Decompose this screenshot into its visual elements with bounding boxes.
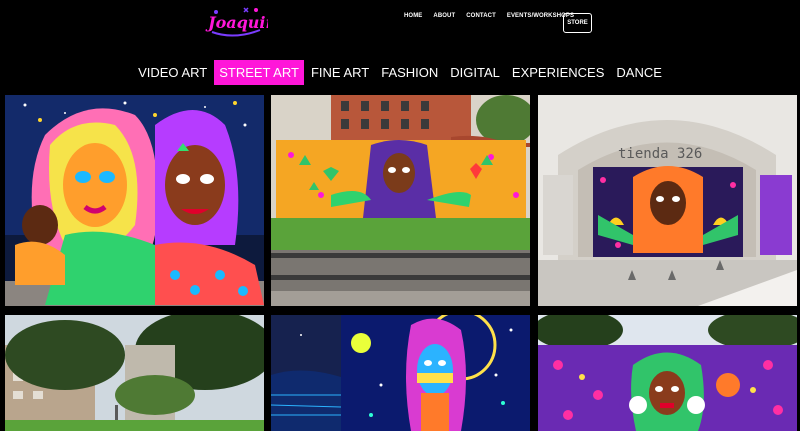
nav-contact-link[interactable]: CONTACT [466, 13, 496, 19]
logo-text: Joaquina [205, 13, 268, 32]
gallery-tile-wall-goddess[interactable] [271, 95, 530, 306]
gallery-tile-night-face[interactable] [271, 315, 530, 431]
category-digital[interactable]: DIGITAL [445, 60, 505, 85]
category-dance[interactable]: DANCE [611, 60, 667, 85]
category-fashion[interactable]: FASHION [376, 60, 443, 85]
gallery-tile-trees-building[interactable] [5, 315, 264, 431]
store-button[interactable]: STORE [563, 13, 592, 33]
brand-logo[interactable]: Joaquina [204, 4, 288, 42]
category-navigation: VIDEO ART STREET ART FINE ART FASHION DI… [0, 60, 800, 85]
gallery-tile-tienda-326[interactable]: tienda 326 [538, 95, 797, 306]
gallery-tile-purple-wall[interactable] [538, 315, 797, 431]
gallery-tile-two-women[interactable] [5, 95, 264, 306]
top-navigation: HOME ABOUT CONTACT EVENTS/WORKSHOPS [404, 13, 585, 19]
nav-about-link[interactable]: ABOUT [433, 13, 455, 19]
category-street-art[interactable]: STREET ART [214, 60, 304, 85]
category-video-art[interactable]: VIDEO ART [133, 60, 212, 85]
storefront-sign: tienda 326 [618, 146, 702, 162]
nav-home-link[interactable]: HOME [404, 13, 422, 19]
category-experiences[interactable]: EXPERIENCES [507, 60, 609, 85]
category-fine-art[interactable]: FINE ART [306, 60, 374, 85]
